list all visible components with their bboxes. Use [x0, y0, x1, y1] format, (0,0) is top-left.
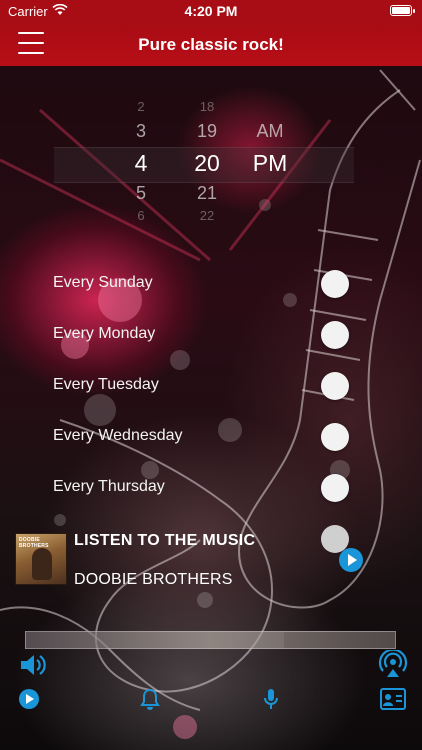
hour-option[interactable]: 6: [111, 208, 171, 223]
day-toggle-monday[interactable]: [321, 321, 349, 349]
minute-option[interactable]: 21: [177, 183, 237, 204]
day-row-monday: Every Monday: [0, 315, 422, 355]
hour-selected[interactable]: 4: [111, 150, 171, 177]
day-row-sunday: Every Sunday: [0, 264, 422, 304]
day-label: Every Sunday: [53, 274, 153, 291]
play-icon[interactable]: [18, 688, 40, 710]
day-toggle-tuesday[interactable]: [321, 372, 349, 400]
alarm-content: 2 3 4 5 6 18 19 20 21 22 AM PM Every Sun…: [0, 0, 422, 750]
day-label: Every Thursday: [53, 478, 165, 495]
day-row-tuesday: Every Tuesday: [0, 366, 422, 406]
hour-option[interactable]: 3: [111, 121, 171, 142]
volume-icon[interactable]: [18, 652, 46, 678]
bell-icon[interactable]: [140, 688, 160, 710]
time-picker[interactable]: 2 3 4 5 6 18 19 20 21 22 AM PM: [54, 92, 354, 238]
navigation-bar: Pure classic rock!: [0, 24, 422, 66]
bottom-toolbar: [0, 650, 422, 750]
hour-option[interactable]: 2: [111, 99, 171, 114]
day-label: Every Tuesday: [53, 376, 159, 393]
status-bar: Carrier 4:20 PM: [0, 0, 422, 24]
clock-label: 4:20 PM: [184, 3, 238, 19]
contact-card-icon[interactable]: [380, 688, 406, 710]
page-title: Pure classic rock!: [138, 35, 284, 54]
day-row-wednesday: Every Wednesday: [0, 417, 422, 457]
album-art: DOOBIE BROTHERS: [15, 533, 67, 585]
ampm-option[interactable]: AM: [240, 121, 300, 142]
day-toggle-thursday[interactable]: [321, 474, 349, 502]
minute-option[interactable]: 22: [177, 208, 237, 223]
track-title: LISTEN TO THE MUSIC: [74, 532, 256, 549]
day-row-thursday: Every Thursday: [0, 468, 422, 508]
battery-icon: [390, 5, 415, 16]
day-toggle-wednesday[interactable]: [321, 423, 349, 451]
hour-option[interactable]: 5: [111, 183, 171, 204]
minute-option[interactable]: 18: [177, 99, 237, 114]
day-label: Every Wednesday: [53, 427, 183, 444]
stream-progress-strip: [25, 631, 396, 649]
minute-selected[interactable]: 20: [177, 150, 237, 177]
day-label: Every Monday: [53, 325, 156, 342]
minute-option[interactable]: 19: [177, 121, 237, 142]
ampm-selected[interactable]: PM: [240, 150, 300, 177]
now-playing-play-icon[interactable]: [339, 548, 363, 572]
airplay-icon[interactable]: [378, 650, 408, 678]
day-toggle-sunday[interactable]: [321, 270, 349, 298]
microphone-icon[interactable]: [262, 688, 280, 710]
track-artist: DOOBIE BROTHERS: [74, 571, 233, 588]
